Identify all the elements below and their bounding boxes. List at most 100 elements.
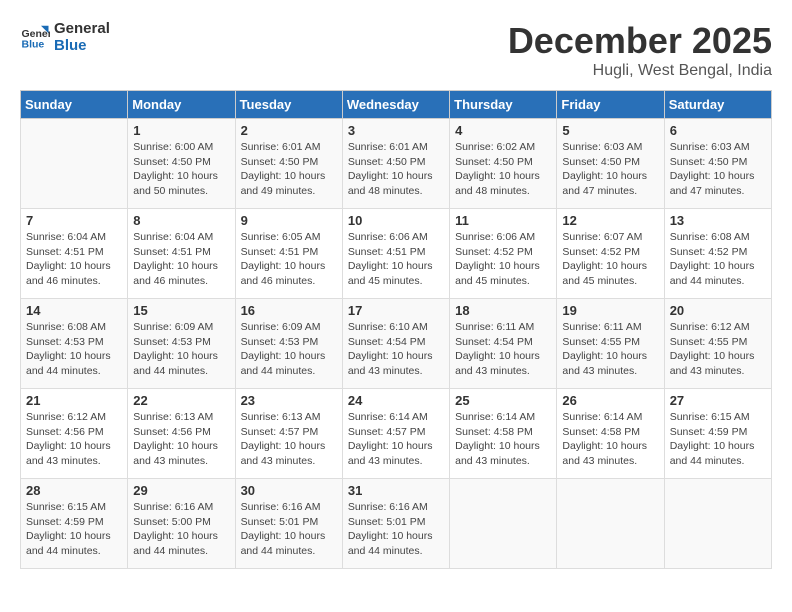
- calendar-week-row: 28Sunrise: 6:15 AM Sunset: 4:59 PM Dayli…: [21, 479, 772, 569]
- calendar-cell: 23 Sunrise: 6:13 AM Sunset: 4:57 PM Dayli…: [235, 389, 342, 479]
- day-info: Sunrise: 6:13 AM Sunset: 4:56 PM Dayligh…: [133, 410, 229, 469]
- calendar-cell: 31Sunrise: 6:16 AM Sunset: 5:01 PM Dayli…: [342, 479, 449, 569]
- calendar-cell: 2 Sunrise: 6:01 AM Sunset: 4:50 PM Daylig…: [235, 119, 342, 209]
- calendar-cell: 27Sunrise: 6:15 AM Sunset: 4:59 PM Dayli…: [664, 389, 771, 479]
- day-number: 28: [26, 483, 122, 498]
- logo-icon: General Blue: [20, 22, 50, 52]
- calendar-cell: 13 Sunrise: 6:08 AM Sunset: 4:52 PM Dayli…: [664, 209, 771, 299]
- calendar-week-row: 14Sunrise: 6:08 AM Sunset: 4:53 PM Dayli…: [21, 299, 772, 389]
- calendar-week-row: 1 Sunrise: 6:00 AM Sunset: 4:50 PM Daylig…: [21, 119, 772, 209]
- day-number: 11: [455, 213, 551, 228]
- day-number: 21: [26, 393, 122, 408]
- calendar-cell: 6Sunrise: 6:03 AM Sunset: 4:50 PM Daylig…: [664, 119, 771, 209]
- day-info: Sunrise: 6:10 AM Sunset: 4:54 PM Dayligh…: [348, 320, 444, 379]
- calendar-cell: 18 Sunrise: 6:11 AM Sunset: 4:54 PM Dayli…: [450, 299, 557, 389]
- day-info: Sunrise: 6:04 AM Sunset: 4:51 PM Dayligh…: [26, 230, 122, 289]
- day-number: 19: [562, 303, 658, 318]
- day-number: 10: [348, 213, 444, 228]
- day-number: 29: [133, 483, 229, 498]
- calendar-cell: 21 Sunrise: 6:12 AM Sunset: 4:56 PM Dayli…: [21, 389, 128, 479]
- day-info: Sunrise: 6:09 AM Sunset: 4:53 PM Dayligh…: [241, 320, 337, 379]
- calendar-cell: 29 Sunrise: 6:16 AM Sunset: 5:00 PM Dayli…: [128, 479, 235, 569]
- day-number: 12: [562, 213, 658, 228]
- calendar-cell: 24 Sunrise: 6:14 AM Sunset: 4:57 PM Dayli…: [342, 389, 449, 479]
- day-info: Sunrise: 6:07 AM Sunset: 4:52 PM Dayligh…: [562, 230, 658, 289]
- day-info: Sunrise: 6:16 AM Sunset: 5:00 PM Dayligh…: [133, 500, 229, 559]
- calendar-cell: 19 Sunrise: 6:11 AM Sunset: 4:55 PM Dayli…: [557, 299, 664, 389]
- calendar-cell: [664, 479, 771, 569]
- calendar-cell: 1 Sunrise: 6:00 AM Sunset: 4:50 PM Daylig…: [128, 119, 235, 209]
- calendar-cell: 4 Sunrise: 6:02 AM Sunset: 4:50 PM Daylig…: [450, 119, 557, 209]
- day-number: 13: [670, 213, 766, 228]
- day-number: 2: [241, 123, 337, 138]
- calendar-cell: 15 Sunrise: 6:09 AM Sunset: 4:53 PM Dayli…: [128, 299, 235, 389]
- svg-text:Blue: Blue: [22, 39, 45, 51]
- day-number: 20: [670, 303, 766, 318]
- day-number: 22: [133, 393, 229, 408]
- calendar-cell: 12 Sunrise: 6:07 AM Sunset: 4:52 PM Dayli…: [557, 209, 664, 299]
- calendar-cell: 14Sunrise: 6:08 AM Sunset: 4:53 PM Dayli…: [21, 299, 128, 389]
- day-number: 9: [241, 213, 337, 228]
- calendar-week-row: 7 Sunrise: 6:04 AM Sunset: 4:51 PM Daylig…: [21, 209, 772, 299]
- calendar-cell: 8 Sunrise: 6:04 AM Sunset: 4:51 PM Daylig…: [128, 209, 235, 299]
- weekday-header-cell: Saturday: [664, 91, 771, 119]
- day-info: Sunrise: 6:06 AM Sunset: 4:52 PM Dayligh…: [455, 230, 551, 289]
- day-number: 27: [670, 393, 766, 408]
- day-info: Sunrise: 6:14 AM Sunset: 4:57 PM Dayligh…: [348, 410, 444, 469]
- day-number: 1: [133, 123, 229, 138]
- weekday-header-cell: Tuesday: [235, 91, 342, 119]
- weekday-header-cell: Friday: [557, 91, 664, 119]
- day-info: Sunrise: 6:11 AM Sunset: 4:54 PM Dayligh…: [455, 320, 551, 379]
- day-info: Sunrise: 6:03 AM Sunset: 4:50 PM Dayligh…: [670, 140, 766, 199]
- day-number: 5: [562, 123, 658, 138]
- calendar-cell: 11 Sunrise: 6:06 AM Sunset: 4:52 PM Dayli…: [450, 209, 557, 299]
- calendar-cell: [450, 479, 557, 569]
- logo-line2: Blue: [54, 37, 110, 54]
- day-number: 16: [241, 303, 337, 318]
- calendar-cell: 25Sunrise: 6:14 AM Sunset: 4:58 PM Dayli…: [450, 389, 557, 479]
- title-area: December 2025 Hugli, West Bengal, India: [508, 20, 772, 80]
- calendar-cell: [557, 479, 664, 569]
- day-number: 26: [562, 393, 658, 408]
- calendar-cell: [21, 119, 128, 209]
- calendar-body: 1 Sunrise: 6:00 AM Sunset: 4:50 PM Daylig…: [21, 119, 772, 569]
- day-number: 23: [241, 393, 337, 408]
- day-info: Sunrise: 6:02 AM Sunset: 4:50 PM Dayligh…: [455, 140, 551, 199]
- day-number: 18: [455, 303, 551, 318]
- day-number: 25: [455, 393, 551, 408]
- calendar-cell: 9 Sunrise: 6:05 AM Sunset: 4:51 PM Daylig…: [235, 209, 342, 299]
- logo-line1: General: [54, 20, 110, 37]
- day-info: Sunrise: 6:05 AM Sunset: 4:51 PM Dayligh…: [241, 230, 337, 289]
- day-info: Sunrise: 6:06 AM Sunset: 4:51 PM Dayligh…: [348, 230, 444, 289]
- day-number: 8: [133, 213, 229, 228]
- day-info: Sunrise: 6:11 AM Sunset: 4:55 PM Dayligh…: [562, 320, 658, 379]
- weekday-header-cell: Sunday: [21, 91, 128, 119]
- day-info: Sunrise: 6:01 AM Sunset: 4:50 PM Dayligh…: [348, 140, 444, 199]
- header: General Blue General Blue December 2025 …: [20, 20, 772, 80]
- day-info: Sunrise: 6:13 AM Sunset: 4:57 PM Dayligh…: [241, 410, 337, 469]
- weekday-header-cell: Monday: [128, 91, 235, 119]
- day-number: 15: [133, 303, 229, 318]
- day-info: Sunrise: 6:09 AM Sunset: 4:53 PM Dayligh…: [133, 320, 229, 379]
- weekday-header-cell: Thursday: [450, 91, 557, 119]
- day-info: Sunrise: 6:08 AM Sunset: 4:53 PM Dayligh…: [26, 320, 122, 379]
- logo: General Blue General Blue: [20, 20, 110, 54]
- day-info: Sunrise: 6:08 AM Sunset: 4:52 PM Dayligh…: [670, 230, 766, 289]
- calendar-week-row: 21 Sunrise: 6:12 AM Sunset: 4:56 PM Dayli…: [21, 389, 772, 479]
- day-info: Sunrise: 6:04 AM Sunset: 4:51 PM Dayligh…: [133, 230, 229, 289]
- day-info: Sunrise: 6:01 AM Sunset: 4:50 PM Dayligh…: [241, 140, 337, 199]
- calendar-cell: 16 Sunrise: 6:09 AM Sunset: 4:53 PM Dayli…: [235, 299, 342, 389]
- day-number: 7: [26, 213, 122, 228]
- day-info: Sunrise: 6:00 AM Sunset: 4:50 PM Dayligh…: [133, 140, 229, 199]
- calendar-cell: 3Sunrise: 6:01 AM Sunset: 4:50 PM Daylig…: [342, 119, 449, 209]
- day-info: Sunrise: 6:16 AM Sunset: 5:01 PM Dayligh…: [241, 500, 337, 559]
- calendar-cell: 10 Sunrise: 6:06 AM Sunset: 4:51 PM Dayli…: [342, 209, 449, 299]
- day-number: 4: [455, 123, 551, 138]
- day-number: 30: [241, 483, 337, 498]
- location-title: Hugli, West Bengal, India: [508, 62, 772, 80]
- day-info: Sunrise: 6:12 AM Sunset: 4:56 PM Dayligh…: [26, 410, 122, 469]
- calendar-table: SundayMondayTuesdayWednesdayThursdayFrid…: [20, 90, 772, 569]
- day-number: 24: [348, 393, 444, 408]
- calendar-cell: 20Sunrise: 6:12 AM Sunset: 4:55 PM Dayli…: [664, 299, 771, 389]
- calendar-cell: 17Sunrise: 6:10 AM Sunset: 4:54 PM Dayli…: [342, 299, 449, 389]
